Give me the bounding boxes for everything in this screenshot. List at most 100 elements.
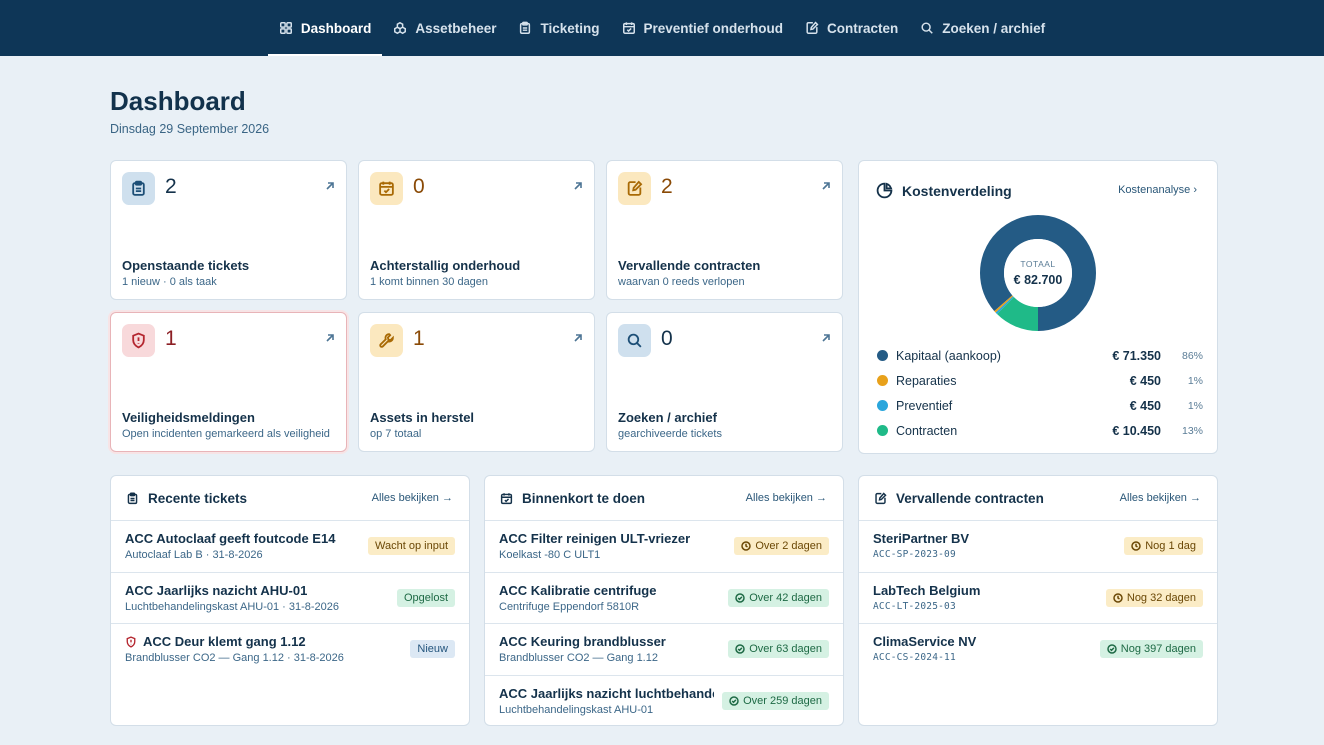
nav-contracten[interactable]: Contracten	[794, 0, 909, 56]
nav-dashboard[interactable]: Dashboard	[267, 0, 383, 56]
stat-icon-box	[122, 172, 155, 205]
stat-label: Assets in herstel	[370, 410, 475, 425]
stat-label: Achterstallig onderhoud	[370, 258, 521, 273]
nav-zoeken-archief[interactable]: Zoeken / archief	[909, 0, 1056, 56]
due-badge: Over 63 dagen	[728, 640, 829, 658]
stat-icon-box	[122, 324, 155, 357]
legend-value: € 450	[1129, 373, 1161, 388]
panel-title: Vervallende contracten	[896, 491, 1044, 506]
alles-bekijken-link[interactable]: Alles bekijken →	[372, 492, 453, 504]
ticket-row[interactable]: ACC Autoclaaf geeft foutcode E14 Autocla…	[111, 520, 469, 572]
legend-pct: 1%	[1187, 374, 1203, 387]
clipboard-icon	[132, 180, 145, 196]
stat-sub: 1 komt binnen 30 dagen	[370, 276, 489, 288]
todo-title: ACC Keuring brandblusser	[499, 634, 666, 649]
stat-card-vervallende-contracten[interactable]: 2 Vervallende contracten waarvan 0 reeds…	[606, 160, 843, 300]
check-circle-icon	[1107, 644, 1117, 654]
stat-card-assets-in-herstel[interactable]: 1 Assets in herstel op 7 totaal	[358, 312, 595, 452]
top-navigation: Dashboard Assetbeheer Ticketing Preventi…	[0, 0, 1324, 56]
file-pen-icon	[875, 492, 887, 505]
status-badge: Opgelost	[396, 588, 455, 607]
legend-row: Contracten € 10.450 13%	[877, 418, 1203, 443]
contract-title-wrap: ClimaService NV	[873, 634, 1088, 649]
ticket-row[interactable]: ACC Deur klemt gang 1.12 Brandblusser CO…	[111, 623, 469, 675]
todo-title-wrap: ACC Kalibratie centrifuge	[499, 583, 714, 598]
contract-title: LabTech Belgium	[873, 582, 981, 598]
stat-icon-box	[370, 172, 403, 205]
contract-row[interactable]: SteriPartner BV ACC-SP-2023-09 Nog 1 dag	[859, 520, 1217, 572]
search-icon	[921, 22, 934, 34]
vervallende-contracten-panel: Vervallende contracten Alles bekijken → …	[858, 475, 1218, 726]
contract-row[interactable]: ClimaService NV ACC-CS-2024-11 Nog 397 d…	[859, 623, 1217, 675]
stat-icon-box	[618, 324, 651, 357]
check-circle-icon	[729, 695, 739, 706]
page-title: Dashboard	[110, 86, 246, 116]
todo-row[interactable]: ACC Keuring brandblusser Brandblusser CO…	[485, 623, 843, 675]
wrench-icon	[379, 333, 394, 348]
ticket-row[interactable]: ACC Jaarlijks nazicht AHU-01 Luchtbehand…	[111, 571, 469, 624]
ticket-list: ACC Autoclaaf geeft foutcode E14 Autocla…	[111, 520, 469, 675]
stat-value: 0	[661, 327, 673, 350]
ticket-title-wrap: ACC Jaarlijks nazicht AHU-01	[125, 583, 340, 598]
stat-label: Vervallende contracten	[618, 258, 761, 273]
stat-card-achterstallig-onderhoud[interactable]: 0 Achterstallig onderhoud 1 komt binnen …	[358, 160, 595, 300]
nav-label: Zoeken / archief	[942, 20, 1046, 36]
arrow-up-right-icon	[324, 331, 336, 343]
stat-value: 0	[413, 175, 425, 198]
clock-icon	[1131, 541, 1141, 551]
due-label: Over 42 dagen	[749, 591, 822, 604]
binnenkort-te-doen-panel: Binnenkort te doen Alles bekijken → ACC …	[484, 475, 844, 726]
contract-title: SteriPartner BV	[873, 531, 970, 546]
due-label: Nog 397 dagen	[1120, 643, 1196, 655]
todo-title-wrap: ACC Jaarlijks nazicht luchtbehandel...	[499, 686, 714, 701]
nav-label: Ticketing	[540, 20, 600, 36]
stat-sub: waarvan 0 reeds verlopen	[618, 276, 745, 288]
legend-dot	[877, 400, 888, 411]
status-badge: Wacht op input	[368, 537, 455, 555]
contract-row[interactable]: LabTech Belgium ACC-LT-2025-03 Nog 32 da…	[859, 571, 1217, 624]
stat-card-openstaande-tickets[interactable]: 2 Openstaande tickets 1 nieuw · 0 als ta…	[110, 160, 347, 300]
due-label: Nog 1 dag	[1145, 540, 1196, 552]
nav-assetbeheer[interactable]: Assetbeheer	[382, 0, 507, 56]
todo-title: ACC Filter reinigen ULT-vriezer	[499, 531, 691, 546]
nav-preventief-onderhoud[interactable]: Preventief onderhoud	[611, 0, 795, 56]
todo-row[interactable]: ACC Kalibratie centrifuge Centrifuge Epp…	[485, 571, 843, 624]
ticket-title: ACC Autoclaaf geeft foutcode E14	[125, 531, 336, 546]
todo-title-wrap: ACC Keuring brandblusser	[499, 634, 714, 649]
todo-row[interactable]: ACC Filter reinigen ULT-vriezer Koelkast…	[485, 520, 843, 572]
stat-sub: op 7 totaal	[370, 428, 422, 440]
due-label: Nog 32 dagen	[1126, 591, 1196, 604]
chevron-right-icon: ›	[1193, 184, 1197, 196]
panel-header: Recente tickets	[126, 491, 247, 506]
stat-card-zoeken-archief[interactable]: 0 Zoeken / archief gearchiveerde tickets	[606, 312, 843, 452]
nav-label: Contracten	[827, 20, 899, 36]
legend-pct: 86%	[1181, 349, 1203, 362]
due-badge: Nog 397 dagen	[1099, 640, 1203, 658]
pie-chart-icon	[876, 182, 893, 199]
calendar-check-icon	[500, 493, 513, 505]
stat-label: Zoeken / archief	[618, 410, 717, 425]
todo-title: ACC Kalibratie centrifuge	[499, 582, 657, 598]
ticket-sub: Brandblusser CO2 — Gang 1.12 · 31-8-2026	[125, 652, 344, 664]
stat-icon-box	[618, 172, 651, 205]
nav-ticketing[interactable]: Ticketing	[507, 0, 610, 56]
stat-card-veiligheidsmeldingen[interactable]: 1 Veiligheidsmeldingen Open incidenten g…	[110, 312, 347, 452]
alles-bekijken-link[interactable]: Alles bekijken →	[746, 492, 827, 504]
legend-row: Kapitaal (aankoop) € 71.350 86%	[877, 343, 1203, 368]
stat-label: Openstaande tickets	[122, 258, 250, 273]
todo-title-wrap: ACC Filter reinigen ULT-vriezer	[499, 531, 714, 546]
todo-row[interactable]: ACC Jaarlijks nazicht luchtbehandel... L…	[485, 674, 843, 726]
recente-tickets-panel: Recente tickets Alles bekijken → ACC Aut…	[110, 475, 470, 726]
nav-label: Preventief onderhoud	[643, 20, 784, 36]
kostenanalyse-link[interactable]: Kostenanalyse ›	[1118, 184, 1197, 196]
alles-bekijken-link[interactable]: Alles bekijken →	[1120, 492, 1201, 504]
stat-value: 2	[165, 175, 177, 198]
legend-row: Preventief € 450 1%	[877, 393, 1203, 418]
arrow-up-right-icon	[572, 179, 584, 191]
legend-value: € 450	[1129, 398, 1161, 413]
file-pen-icon	[806, 21, 819, 34]
due-badge: Nog 1 dag	[1124, 537, 1203, 555]
due-label: Over 2 dagen	[755, 540, 822, 552]
clock-icon	[741, 541, 752, 551]
kostenanalyse-label: Kostenanalyse	[1118, 184, 1191, 196]
